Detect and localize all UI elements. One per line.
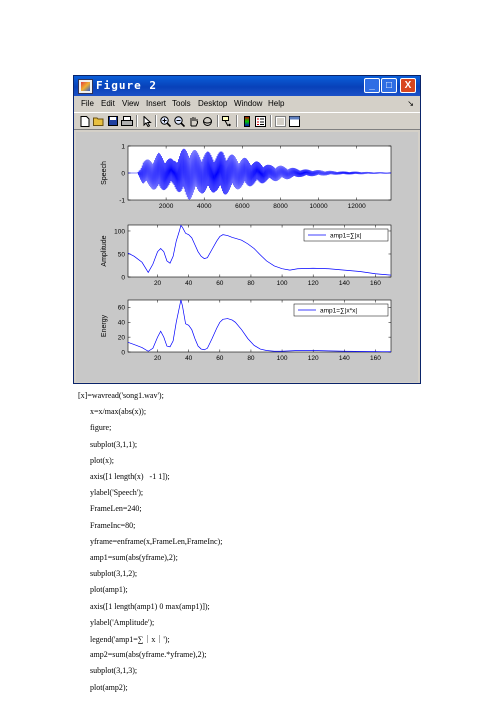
- menu-help[interactable]: Help: [268, 99, 284, 108]
- minimize-button[interactable]: _: [364, 78, 380, 93]
- y-tick-label: 0: [121, 349, 125, 356]
- maximize-button[interactable]: □: [381, 78, 397, 93]
- code-line: axis([1 length(amp1) 0 max(amp1)]);: [90, 601, 210, 611]
- x-tick-label: 40: [185, 355, 193, 362]
- x-tick-label: 40: [185, 280, 193, 287]
- code-line: FrameLen=240;: [90, 504, 142, 514]
- legend-label: amp1=∑|x|: [330, 233, 362, 240]
- x-tick-label: 100: [277, 280, 288, 287]
- code-line: figure;: [90, 423, 112, 433]
- y-tick-label: 60: [118, 305, 126, 312]
- code-line: amp2=sum(abs(yframe.*yframe),2);: [90, 650, 207, 660]
- code-line: plot(x);: [90, 455, 114, 465]
- y-tick-label: 0: [121, 274, 125, 281]
- toolbar-separator: [270, 115, 272, 127]
- x-tick-label: 2000: [159, 203, 174, 210]
- toolbar-separator: [236, 115, 238, 127]
- menu-insert[interactable]: Insert: [146, 99, 166, 108]
- figure-canvas[interactable]: 2000 4000 6000 8000 10000 12000 1 0 -1 Speech 20 40…: [76, 132, 418, 382]
- code-line: ylabel('Speech');: [90, 488, 144, 498]
- figure-window: Figure 2 _ □ X File Edit View Insert Too…: [73, 75, 421, 384]
- x-tick-label: 20: [154, 280, 162, 287]
- y-axis-label: Speech: [101, 161, 108, 185]
- x-tick-label: 120: [308, 280, 319, 287]
- menu-window[interactable]: Window: [234, 99, 262, 108]
- menu-file[interactable]: File: [81, 99, 94, 108]
- menu-edit[interactable]: Edit: [101, 99, 115, 108]
- menu-desktop[interactable]: Desktop: [198, 99, 227, 108]
- y-tick-label: 0: [121, 170, 125, 177]
- matlab-figure-icon: [78, 79, 93, 94]
- save-icon[interactable]: [106, 115, 119, 127]
- title-bar[interactable]: Figure 2 _ □ X: [74, 76, 420, 96]
- code-line: yframe=enframe(x,FrameLen,FrameInc);: [90, 536, 223, 546]
- x-tick-label: 6000: [235, 203, 250, 210]
- menu-bar: File Edit View Insert Tools Desktop Wind…: [74, 96, 420, 112]
- zoom-in-icon[interactable]: [159, 115, 172, 127]
- code-line: axis([1 length(x) -1 1]);: [90, 472, 170, 481]
- x-tick-label: 60: [216, 280, 224, 287]
- code-line: legend('amp1=∑｜x｜');: [90, 635, 170, 644]
- rotate-3d-icon[interactable]: [201, 115, 214, 127]
- x-tick-label: 100: [277, 355, 288, 362]
- x-tick-label: 4000: [197, 203, 212, 210]
- toolbar-separator: [217, 115, 219, 127]
- window-title: Figure 2: [96, 79, 157, 92]
- y-tick-label: -1: [119, 197, 125, 204]
- print-icon[interactable]: [120, 115, 133, 127]
- new-figure-icon[interactable]: [78, 115, 91, 127]
- legend-icon[interactable]: [254, 115, 267, 127]
- menu-view[interactable]: View: [122, 99, 139, 108]
- subplot-2: 20 40 60 80 100 120 140 160 100 50 0 Amplitude amp1=…: [101, 224, 392, 287]
- y-tick-label: 1: [121, 143, 125, 150]
- figure-plots: 2000 4000 6000 8000 10000 1200010-1Speech20 40…: [101, 143, 392, 362]
- x-tick-label: 160: [370, 355, 381, 362]
- menu-dock-arrow-icon[interactable]: ↘: [407, 99, 414, 108]
- subplot-3: 20 40 60 80 100 120 140 160 60 40 20 0 Energy amp1=∑|…: [101, 299, 392, 362]
- code-line: ylabel('Amplitude');: [90, 617, 155, 627]
- code-line: subplot(3,1,3);: [90, 666, 138, 676]
- colorbar-icon[interactable]: [240, 115, 253, 127]
- hide-plot-tools-icon[interactable]: [274, 115, 287, 127]
- show-plot-tools-icon[interactable]: [288, 115, 301, 127]
- x-tick-label: 80: [247, 355, 255, 362]
- legend-label: amp1=∑|x*x|: [320, 308, 357, 315]
- open-file-icon[interactable]: [92, 115, 105, 127]
- x-tick-label: 120: [308, 355, 319, 362]
- x-tick-label: 10000: [310, 203, 328, 210]
- data-cursor-icon[interactable]: [221, 115, 234, 127]
- toolbar-separator: [136, 115, 138, 127]
- x-tick-label: 80: [247, 280, 255, 287]
- subplot-1: 2000 4000 6000 8000 10000 12000 1 0 -1 Speech: [101, 143, 392, 210]
- pointer-icon[interactable]: [140, 115, 153, 127]
- x-tick-label: 140: [339, 280, 350, 287]
- y-tick-label: 100: [114, 228, 125, 235]
- code-line: amp1=sum(abs(yframe),2);: [90, 553, 178, 562]
- x-tick-label: 12000: [348, 203, 366, 210]
- code-line: FrameInc=80;: [90, 520, 136, 530]
- code-line: subplot(3,1,1);: [90, 439, 138, 449]
- code-line: x=x/max(abs(x));: [90, 407, 147, 417]
- y-tick-label: 50: [118, 251, 126, 258]
- y-axis-label: Amplitude: [101, 235, 108, 266]
- code-line: [x]=wavread('song1.wav');: [78, 391, 164, 400]
- close-button[interactable]: X: [400, 78, 416, 93]
- code-line: plot(amp1);: [90, 585, 128, 595]
- y-tick-label: 20: [118, 334, 126, 341]
- x-tick-label: 140: [339, 355, 350, 362]
- menu-tools[interactable]: Tools: [172, 99, 191, 108]
- zoom-out-icon[interactable]: [173, 115, 186, 127]
- pan-hand-icon[interactable]: [187, 115, 200, 127]
- figure-toolbar: [74, 112, 420, 130]
- x-tick-label: 60: [216, 355, 224, 362]
- x-tick-label: 160: [370, 280, 381, 287]
- code-line: plot(amp2);: [90, 682, 128, 692]
- y-tick-label: 40: [118, 320, 126, 327]
- x-tick-label: 8000: [273, 203, 288, 210]
- toolbar-separator: [155, 115, 157, 127]
- x-tick-label: 20: [154, 355, 162, 362]
- y-axis-label: Energy: [101, 314, 108, 337]
- code-line: subplot(3,1,2);: [90, 569, 138, 579]
